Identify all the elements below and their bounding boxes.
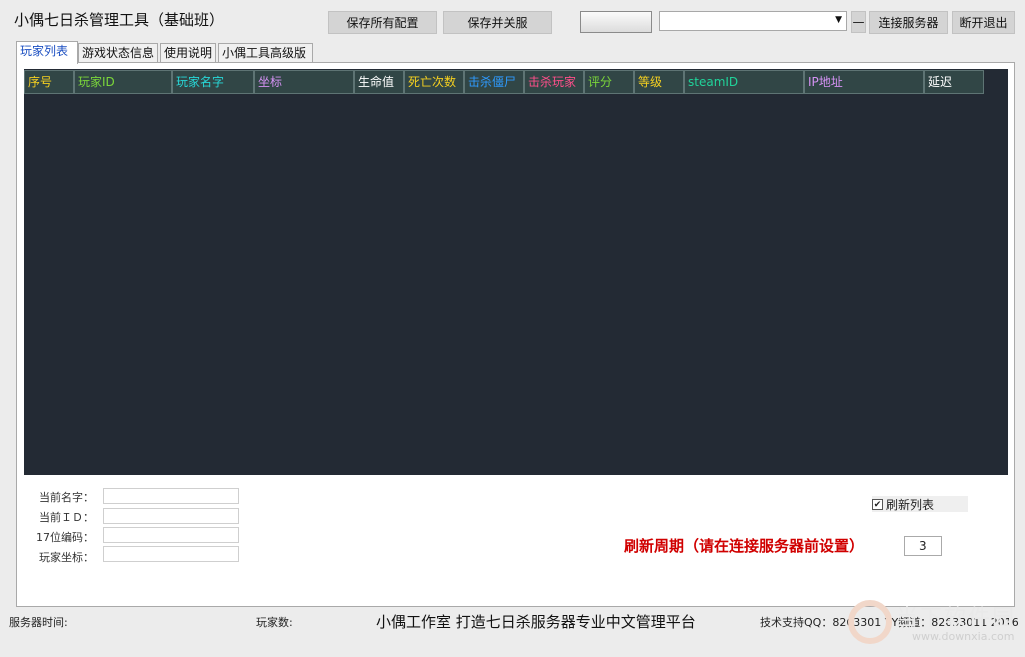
column-header-player-name[interactable]: 玩家名字 (172, 70, 254, 94)
column-header-zombie-kills[interactable]: 击杀僵尸 (464, 70, 524, 94)
column-header-player-kills[interactable]: 击杀玩家 (524, 70, 584, 94)
refresh-list-checkbox-row[interactable]: ✔ 刷新列表 (872, 496, 968, 512)
column-header-ip-address[interactable]: IP地址 (804, 70, 924, 94)
column-header-index[interactable]: 序号 (24, 70, 74, 94)
player-coordinates-field[interactable] (103, 546, 239, 562)
seventeen-digit-code-field[interactable] (103, 527, 239, 543)
column-header-health[interactable]: 生命值 (354, 70, 404, 94)
tab-usage-guide[interactable]: 使用说明 (160, 43, 216, 63)
refresh-list-label: 刷新列表 (886, 497, 935, 512)
connect-server-button[interactable]: 连接服务器 (869, 11, 948, 34)
studio-slogan: 小偶工作室 打造七日杀服务器专业中文管理平台 (376, 613, 696, 631)
tab-advanced-version[interactable]: 小偶工具高级版 (218, 43, 313, 63)
seventeen-digit-code-label: 17位编码： (36, 531, 94, 544)
column-header-latency[interactable]: 延迟 (924, 70, 984, 94)
column-header-deaths[interactable]: 死亡次数 (404, 70, 464, 94)
watermark-url: www.downxia.com (912, 630, 1015, 643)
column-header-player-id[interactable]: 玩家ID (74, 70, 172, 94)
current-id-label: 当前ＩＤ： (39, 511, 94, 524)
save-and-shutdown-button[interactable]: 保存并关服 (443, 11, 552, 34)
player-coordinates-label: 玩家坐标： (39, 551, 94, 564)
watermark-text: 当下软件园 (896, 606, 1017, 631)
watermark-logo-icon (848, 600, 892, 644)
tab-player-list[interactable]: 玩家列表 (16, 41, 78, 64)
minus-button[interactable]: — (851, 11, 866, 33)
column-header-score[interactable]: 评分 (584, 70, 634, 94)
column-header-coordinates[interactable]: 坐标 (254, 70, 354, 94)
player-count-label: 玩家数: (256, 616, 293, 629)
current-id-field[interactable] (103, 508, 239, 524)
save-all-config-button[interactable]: 保存所有配置 (328, 11, 437, 34)
tab-game-status[interactable]: 游戏状态信息 (78, 43, 158, 63)
server-time-label: 服务器时间: (9, 616, 68, 629)
refresh-period-label: 刷新周期（请在连接服务器前设置） (624, 537, 865, 555)
column-header-level[interactable]: 等级 (634, 70, 684, 94)
current-name-label: 当前名字： (39, 491, 94, 504)
column-header-steam-id[interactable]: steamID (684, 70, 804, 94)
disconnect-exit-button[interactable]: 断开退出 (952, 11, 1015, 34)
connection-status-bar (580, 11, 652, 33)
window-title: 小偶七日杀管理工具（基础班） (14, 11, 225, 29)
current-name-field[interactable] (103, 488, 239, 504)
player-table[interactable]: 序号 玩家ID 玩家名字 坐标 生命值 死亡次数 击杀僵尸 击杀玩家 评分 等级… (24, 69, 1008, 475)
refresh-period-input[interactable]: 3 (904, 536, 942, 556)
refresh-list-checkbox[interactable]: ✔ (872, 498, 883, 510)
chevron-down-icon[interactable]: ▼ (835, 15, 842, 25)
server-select[interactable]: ▼ (659, 11, 847, 31)
